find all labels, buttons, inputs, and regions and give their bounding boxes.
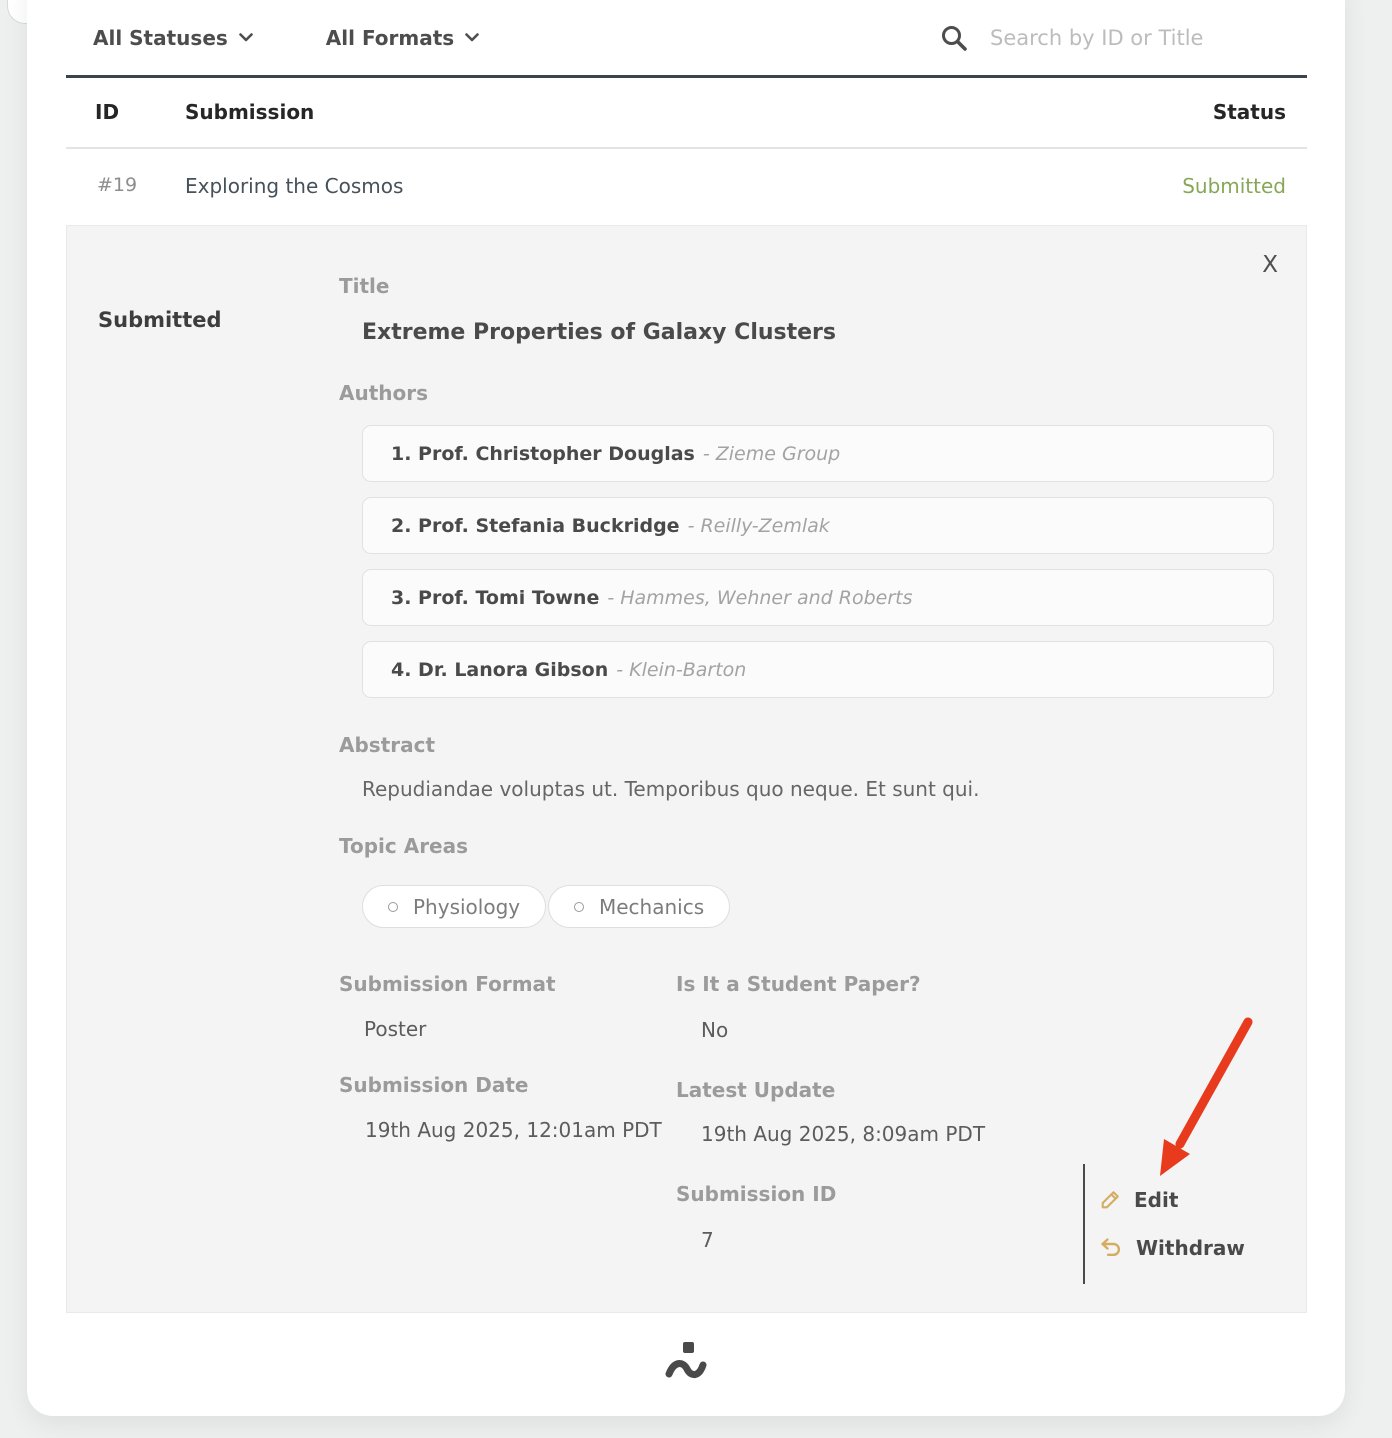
submission-title: Extreme Properties of Galaxy Clusters (362, 320, 836, 345)
withdraw-button-label: Withdraw (1136, 1236, 1245, 1260)
submission-id-value: 7 (701, 1228, 714, 1252)
loader-wave-icon (665, 1354, 707, 1384)
pencil-icon (1099, 1189, 1121, 1211)
column-header-submission: Submission (185, 100, 314, 124)
author-item: 2. Prof. Stefania Buckridge - Reilly-Zem… (362, 497, 1274, 554)
title-label: Title (339, 274, 389, 298)
column-header-status: Status (1213, 100, 1286, 124)
close-icon[interactable]: X (1262, 254, 1278, 277)
chevron-down-icon (465, 33, 479, 42)
table-header: ID Submission Status (66, 78, 1307, 147)
actions-block: Edit Withdraw (1083, 1164, 1273, 1284)
author-affiliation: - Klein-Barton (616, 659, 746, 681)
author-name: 2. Prof. Stefania Buckridge (391, 515, 680, 537)
edit-button-label: Edit (1134, 1188, 1178, 1212)
author-affiliation: - Zieme Group (703, 443, 840, 465)
detail-status-badge: Submitted (98, 308, 222, 332)
topic-areas-label: Topic Areas (339, 834, 468, 858)
topic-chip-mechanics: Mechanics (548, 885, 730, 928)
column-header-id: ID (95, 100, 119, 124)
search-input[interactable] (990, 26, 1290, 50)
abstract-text: Repudiandae voluptas ut. Temporibus quo … (362, 777, 979, 801)
submission-id-label: Submission ID (676, 1182, 836, 1206)
row-title: Exploring the Cosmos (185, 174, 403, 198)
student-paper-label: Is It a Student Paper? (676, 972, 921, 996)
topic-chip-label: Physiology (413, 895, 520, 919)
search-icon (940, 24, 968, 52)
submission-detail-panel: Submitted X Title Extreme Properties of … (66, 225, 1307, 1313)
topic-chip-label: Mechanics (599, 895, 704, 919)
author-item: 3. Prof. Tomi Towne - Hammes, Wehner and… (362, 569, 1274, 626)
edit-button[interactable]: Edit (1099, 1188, 1273, 1212)
author-item: 1. Prof. Christopher Douglas - Zieme Gro… (362, 425, 1274, 482)
submission-date-value: 19th Aug 2025, 12:01am PDT (365, 1118, 662, 1142)
format-filter-label: All Formats (326, 26, 454, 50)
row-status-badge: Submitted (1182, 174, 1286, 198)
abstract-label: Abstract (339, 733, 435, 757)
submissions-page: All Statuses All Formats ID Submission S… (0, 0, 1392, 1438)
format-filter-dropdown[interactable]: All Formats (326, 26, 479, 50)
topic-chip-physiology: Physiology (362, 885, 546, 928)
filter-bar: All Statuses All Formats (66, 0, 1307, 75)
row-id: #19 (97, 174, 137, 196)
latest-update-value: 19th Aug 2025, 8:09am PDT (701, 1122, 985, 1146)
chevron-down-icon (239, 33, 253, 42)
author-affiliation: - Reilly-Zemlak (688, 515, 830, 537)
author-name: 1. Prof. Christopher Douglas (391, 443, 695, 465)
student-paper-value: No (701, 1018, 728, 1042)
chip-dot-icon (574, 902, 584, 912)
loader-dot-icon (683, 1342, 694, 1353)
status-filter-dropdown[interactable]: All Statuses (93, 26, 253, 50)
author-affiliation: - Hammes, Wehner and Roberts (607, 587, 912, 609)
search-box (940, 24, 1305, 52)
submission-format-value: Poster (364, 1017, 426, 1041)
loader-logo (663, 1338, 709, 1386)
table-row[interactable]: #19 Exploring the Cosmos Submitted (66, 149, 1307, 225)
latest-update-label: Latest Update (676, 1078, 835, 1102)
undo-arrow-icon (1099, 1237, 1123, 1259)
author-item: 4. Dr. Lanora Gibson - Klein-Barton (362, 641, 1274, 698)
status-filter-label: All Statuses (93, 26, 228, 50)
authors-label: Authors (339, 381, 428, 405)
submission-date-label: Submission Date (339, 1073, 528, 1097)
author-name: 3. Prof. Tomi Towne (391, 587, 599, 609)
author-name: 4. Dr. Lanora Gibson (391, 659, 608, 681)
withdraw-button[interactable]: Withdraw (1099, 1236, 1273, 1260)
chip-dot-icon (388, 902, 398, 912)
submission-format-label: Submission Format (339, 972, 556, 996)
